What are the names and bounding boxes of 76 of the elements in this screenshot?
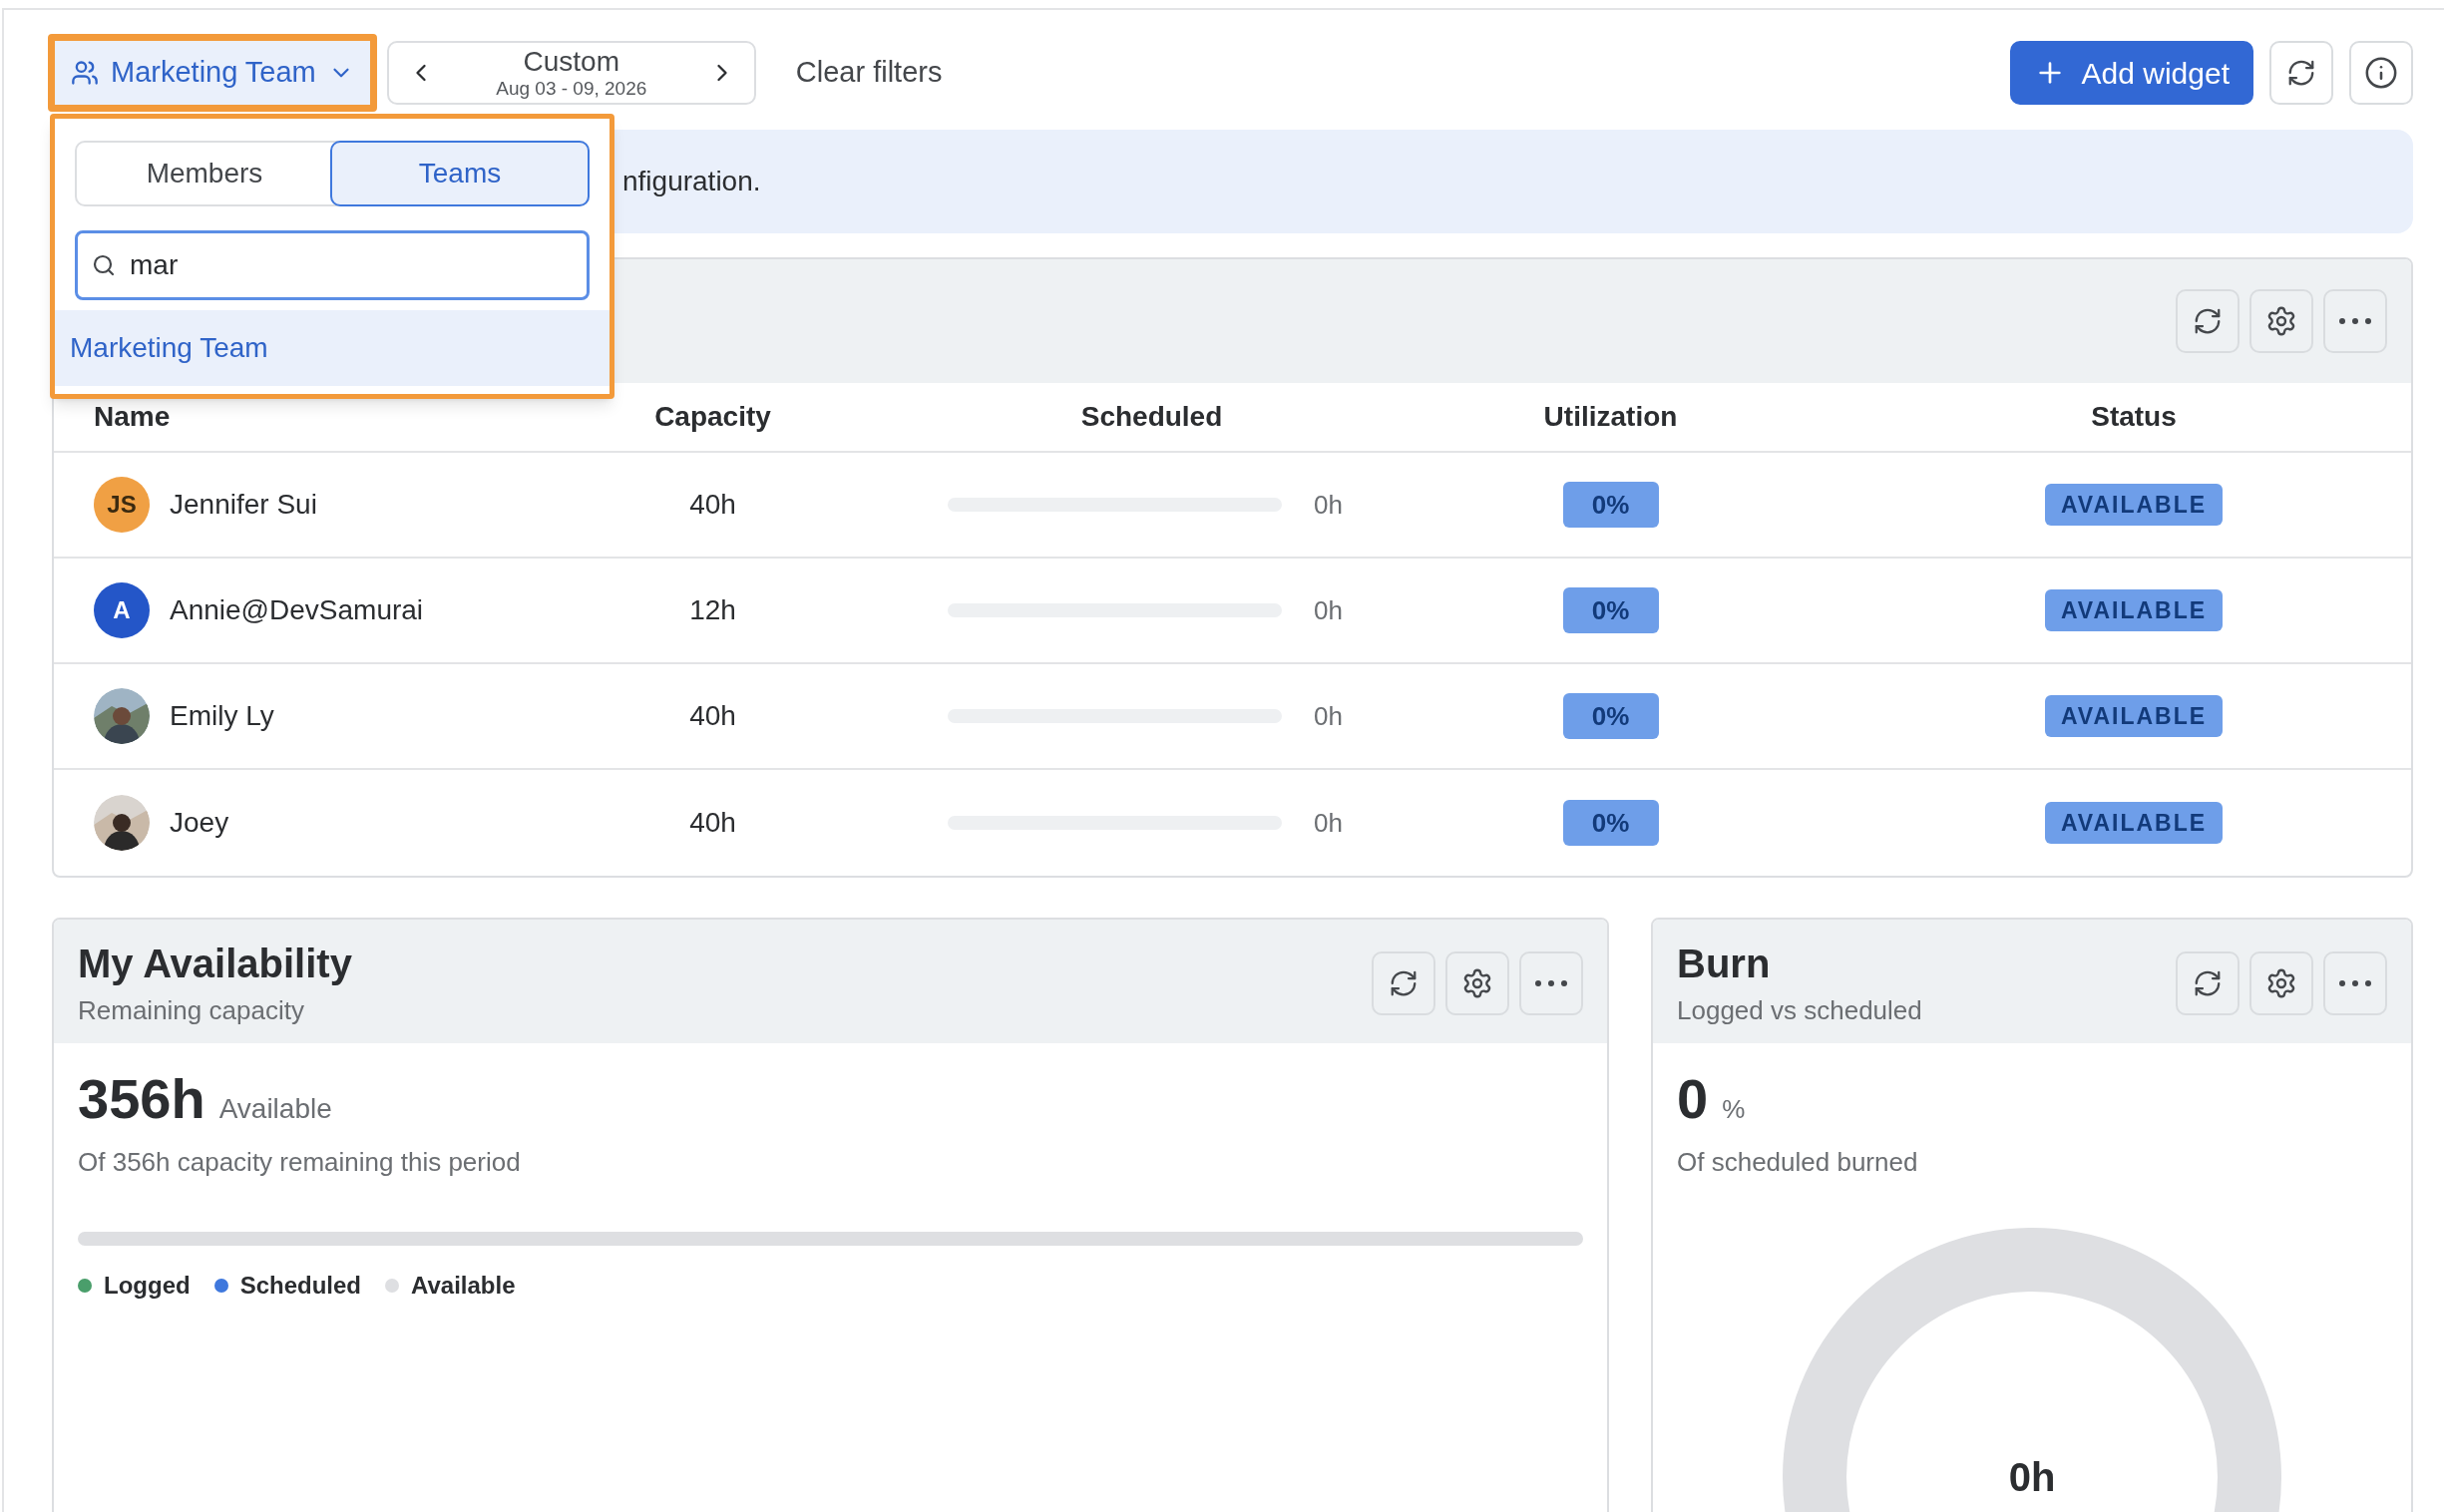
status-badge: AVAILABLE	[2044, 589, 2224, 631]
member-name: Annie@DevSamurai	[170, 593, 424, 627]
refresh-icon	[2286, 58, 2316, 88]
utilization-badge: 0%	[1562, 800, 1659, 846]
card-subtitle: Logged vs scheduled	[1677, 994, 1922, 1027]
more-icon	[2339, 980, 2371, 986]
more-button[interactable]	[2323, 289, 2387, 353]
capacity-value: 40h	[689, 806, 736, 840]
card-subtitle: Remaining capacity	[78, 994, 305, 1027]
refresh-icon	[2193, 306, 2223, 336]
status-badge: AVAILABLE	[2044, 695, 2224, 737]
refresh-button[interactable]	[2176, 289, 2240, 353]
column-header: Scheduled	[1080, 400, 1223, 434]
utilization-badge: 0%	[1562, 587, 1659, 633]
search-field[interactable]: mar	[75, 230, 590, 300]
scheduled-value: 0h	[1314, 806, 1343, 840]
legend-label: Logged	[104, 1271, 191, 1301]
capacity-caption: Of 356h capacity remaining this period	[78, 1146, 522, 1179]
settings-button[interactable]	[2249, 289, 2313, 353]
more-button[interactable]	[1519, 951, 1583, 1015]
column-header: Utilization	[1543, 400, 1678, 434]
date-label: Custom	[523, 48, 619, 76]
date-picker[interactable]: Custom Aug 03 - 09, 2026	[386, 41, 756, 105]
team-filter[interactable]: Marketing Team	[55, 41, 370, 105]
capacity-value: 12h	[689, 593, 736, 627]
scheduled-value: 0h	[1314, 593, 1343, 627]
refresh-button[interactable]	[2269, 41, 2333, 105]
avatar: A	[94, 582, 150, 638]
column-header: Capacity	[654, 400, 771, 434]
member-name: Emily Ly	[170, 699, 274, 733]
scheduled-value: 0h	[1314, 699, 1343, 733]
settings-button[interactable]	[2249, 951, 2313, 1015]
column-header: Name	[94, 401, 171, 432]
available-label: Available	[218, 1092, 332, 1126]
capacity-value: 40h	[689, 488, 736, 522]
settings-icon	[2265, 967, 2297, 999]
burn-caption: Of scheduled burned	[1677, 1146, 1919, 1179]
filter-tab[interactable]: Members	[77, 143, 332, 204]
refresh-icon	[1389, 968, 1419, 998]
utilization-badge: 0%	[1562, 693, 1659, 739]
info-button[interactable]	[2349, 41, 2413, 105]
available-hours: 356h	[78, 1066, 205, 1132]
more-icon	[1535, 980, 1567, 986]
team-option[interactable]: Marketing Team	[55, 310, 610, 386]
donut-center-value: 0h	[2008, 1454, 2056, 1501]
date-range: Aug 03 - 09, 2026	[496, 79, 647, 98]
card-title: Burn	[1677, 941, 1772, 987]
settings-button[interactable]	[1445, 951, 1509, 1015]
refresh-button[interactable]	[2176, 951, 2240, 1015]
more-button[interactable]	[2323, 951, 2387, 1015]
settings-icon	[2265, 305, 2297, 337]
more-icon	[2339, 318, 2371, 324]
legend-label: Scheduled	[239, 1271, 361, 1301]
member-name: Joey	[170, 806, 229, 840]
refresh-button[interactable]	[1372, 951, 1435, 1015]
member-name: Jennifer Sui	[170, 488, 317, 522]
users-icon	[71, 59, 99, 87]
status-badge: AVAILABLE	[2044, 802, 2224, 844]
burn-unit: %	[1722, 1093, 1746, 1126]
banner-text: nfiguration.	[622, 165, 761, 198]
burn-value: 0	[1677, 1066, 1709, 1132]
add-widget-button[interactable]: Add widget	[2009, 41, 2253, 105]
column-header: Status	[2091, 400, 2177, 434]
info-icon	[2364, 56, 2398, 90]
search-icon	[92, 253, 116, 277]
clear-filters-link[interactable]: Clear filters	[795, 51, 943, 95]
legend-label: Available	[411, 1271, 516, 1301]
refresh-icon	[2193, 968, 2223, 998]
avatar: JS	[94, 477, 150, 533]
card-title: My Availability	[78, 941, 352, 987]
filter-tab[interactable]: Teams	[330, 141, 590, 206]
status-badge: AVAILABLE	[2044, 484, 2224, 526]
settings-icon	[1461, 967, 1493, 999]
capacity-value: 40h	[689, 699, 736, 733]
scheduled-value: 0h	[1314, 488, 1343, 522]
utilization-badge: 0%	[1562, 482, 1659, 528]
